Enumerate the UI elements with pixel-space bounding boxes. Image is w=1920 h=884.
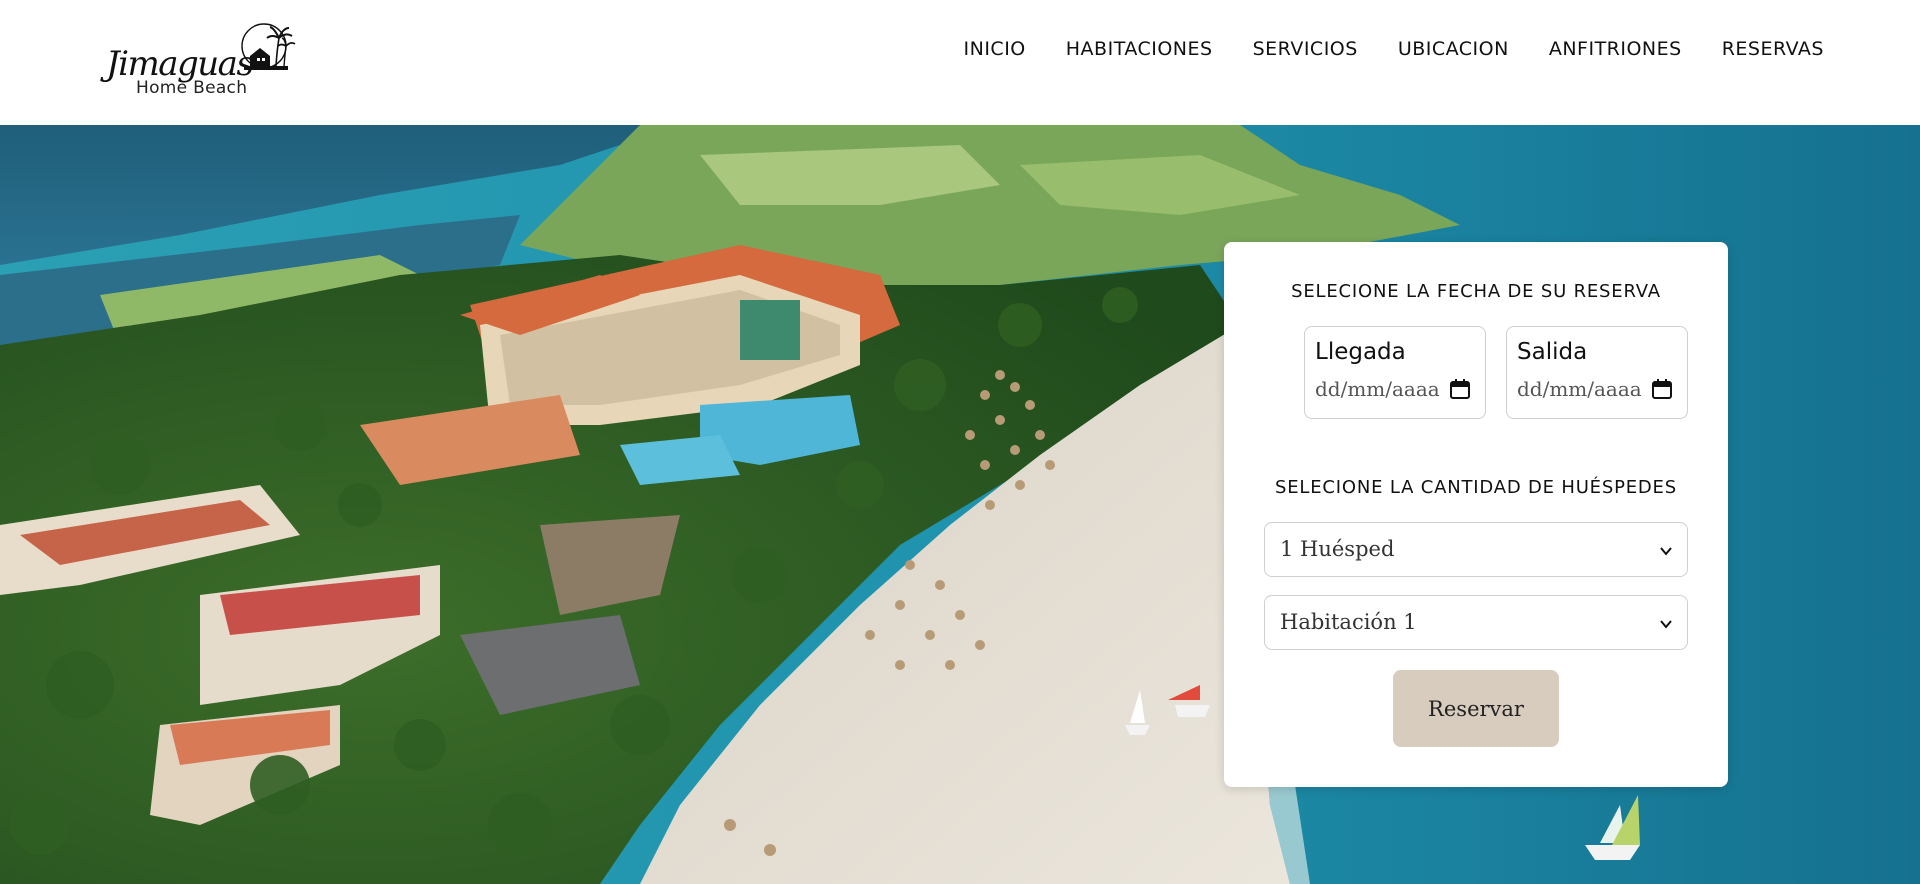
nav-item-ubicacion[interactable]: UBICACION — [1398, 38, 1509, 60]
booking-form: SELECIONE LA FECHA DE SU RESERVA Llegada… — [1224, 242, 1728, 787]
departure-date-field[interactable]: Salida — [1506, 326, 1688, 419]
guests-select[interactable]: 1 Huésped — [1264, 522, 1688, 577]
nav-item-servicios[interactable]: SERVICIOS — [1253, 38, 1358, 60]
arrival-label: Llegada — [1315, 339, 1406, 365]
room-selected-value: Habitación 1 — [1280, 610, 1417, 634]
reserve-button[interactable]: Reservar — [1393, 670, 1559, 747]
brand-logo[interactable]: Jimaguas Home Beach — [106, 18, 296, 100]
main-nav: INICIO HABITACIONES SERVICIOS UBICACION … — [924, 38, 1824, 60]
brand-tagline: Home Beach — [136, 78, 248, 98]
nav-item-inicio[interactable]: INICIO — [964, 38, 1026, 60]
chevron-down-icon — [1660, 547, 1672, 556]
nav-item-anfitriones[interactable]: ANFITRIONES — [1549, 38, 1682, 60]
nav-item-reservas[interactable]: RESERVAS — [1722, 38, 1824, 60]
guests-section-title: SELECIONE LA CANTIDAD DE HUÉSPEDES — [1275, 477, 1677, 498]
calendar-icon[interactable] — [1449, 378, 1471, 400]
chevron-down-icon — [1660, 620, 1672, 629]
calendar-icon[interactable] — [1651, 378, 1673, 400]
room-select[interactable]: Habitación 1 — [1264, 595, 1688, 650]
arrival-date-field[interactable]: Llegada — [1304, 326, 1486, 419]
nav-item-habitaciones[interactable]: HABITACIONES — [1066, 38, 1213, 60]
guests-selected-value: 1 Huésped — [1280, 537, 1395, 561]
departure-label: Salida — [1517, 339, 1588, 365]
site-header: Jimaguas Home Beach INICIO HABITACIONES … — [0, 0, 1920, 125]
date-section-title: SELECIONE LA FECHA DE SU RESERVA — [1291, 281, 1661, 302]
